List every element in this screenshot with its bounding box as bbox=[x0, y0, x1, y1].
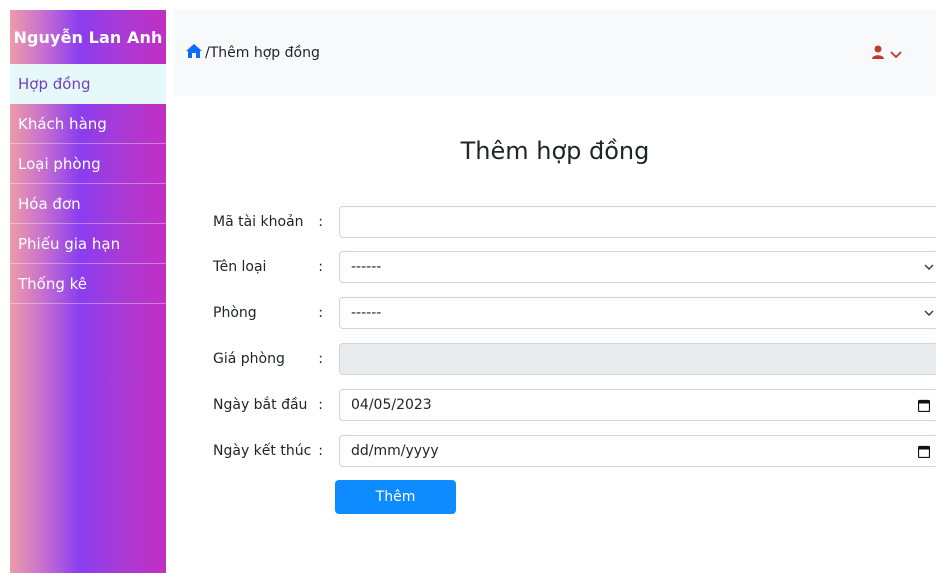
sidebar-nav: Hợp đồng Khách hàng Loại phòng Hóa đơn P… bbox=[10, 64, 166, 304]
ten-loai-select[interactable]: ------ bbox=[339, 251, 936, 283]
user-menu[interactable] bbox=[872, 44, 902, 63]
chevron-down-icon bbox=[924, 306, 934, 324]
chevron-down-icon bbox=[924, 260, 934, 278]
sidebar: Nguyễn Lan Anh Hợp đồng Khách hàng Loại … bbox=[10, 10, 166, 573]
sidebar-item-hop-dong[interactable]: Hợp đồng bbox=[10, 64, 166, 104]
phong-select[interactable]: ------ bbox=[339, 297, 936, 329]
form-row-ten-loai: Tên loại: ------ bbox=[213, 251, 936, 283]
page-title: Thêm hợp đồng bbox=[460, 137, 650, 165]
user-icon bbox=[872, 44, 884, 63]
calendar-icon[interactable] bbox=[917, 445, 931, 462]
field-label: Phòng: bbox=[213, 305, 323, 321]
top-header: /Thêm hợp đồng bbox=[174, 10, 936, 96]
field-label: Ngày kết thúc: bbox=[213, 443, 323, 459]
submit-button[interactable]: Thêm bbox=[335, 480, 456, 514]
field-label: Mã tài khoản: bbox=[213, 214, 323, 230]
field-label: Ngày bắt đầu: bbox=[213, 397, 323, 413]
sidebar-item-thong-ke[interactable]: Thống kê bbox=[10, 264, 166, 304]
ngay-bat-dau-input[interactable]: 04/05/2023 bbox=[339, 389, 936, 421]
form-row-gia-phong: Giá phòng: bbox=[213, 343, 936, 375]
ma-tai-khoan-input[interactable] bbox=[339, 206, 936, 238]
calendar-icon[interactable] bbox=[917, 399, 931, 416]
form-row-phong: Phòng: ------ bbox=[213, 297, 936, 329]
form-row-ngay-ket-thuc: Ngày kết thúc: dd/mm/yyyy bbox=[213, 435, 936, 467]
sidebar-item-khach-hang[interactable]: Khách hàng bbox=[10, 104, 166, 144]
brand-name: Nguyễn Lan Anh bbox=[13, 27, 163, 47]
home-icon[interactable] bbox=[186, 44, 205, 62]
breadcrumb-text: /Thêm hợp đồng bbox=[205, 45, 320, 61]
field-label: Tên loại: bbox=[213, 259, 323, 275]
form-row-ma-tai-khoan: Mã tài khoản: bbox=[213, 206, 936, 238]
sidebar-item-phieu-gia-han[interactable]: Phiếu gia hạn bbox=[10, 224, 166, 264]
sidebar-item-hoa-don[interactable]: Hóa đơn bbox=[10, 184, 166, 224]
chevron-down-icon bbox=[890, 44, 902, 63]
field-label: Giá phòng: bbox=[213, 351, 323, 367]
form-row-ngay-bat-dau: Ngày bắt đầu: 04/05/2023 bbox=[213, 389, 936, 421]
breadcrumb: /Thêm hợp đồng bbox=[186, 44, 320, 62]
sidebar-item-loai-phong[interactable]: Loại phòng bbox=[10, 144, 166, 184]
ngay-ket-thuc-input[interactable]: dd/mm/yyyy bbox=[339, 435, 936, 467]
gia-phong-input bbox=[339, 343, 936, 375]
